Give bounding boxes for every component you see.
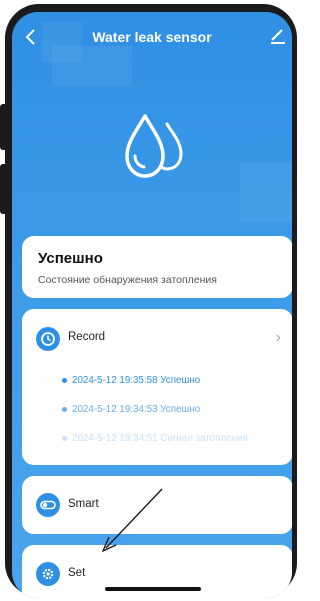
bullet-icon (62, 406, 67, 412)
record-card[interactable]: Record › 2024-5-12 19:35:58 Успешно 2024… (22, 309, 292, 465)
record-entry[interactable]: 2024-5-12 19:34:51 Сигнал затопления (62, 433, 248, 444)
record-entry-text: 2024-5-12 19:34:51 Сигнал затопления (72, 433, 248, 444)
app-screen: Water leak sensor Успешно Состояние обна… (12, 12, 292, 598)
chevron-right-icon[interactable]: › (276, 329, 281, 347)
bullet-icon (62, 377, 67, 383)
toggle-icon-svg (40, 500, 56, 510)
water-drops-icon (125, 114, 183, 178)
background-decoration (52, 46, 132, 86)
status-card: Успешно Состояние обнаружения затопления (22, 236, 292, 298)
clock-icon (36, 327, 60, 351)
gear-icon-svg (42, 568, 54, 580)
pencil-icon (271, 29, 285, 44)
record-entry-text: 2024-5-12 19:35:58 Успешно (72, 375, 201, 386)
header: Water leak sensor (12, 22, 292, 52)
page-title: Water leak sensor (92, 29, 212, 45)
home-indicator[interactable] (105, 587, 201, 591)
side-button-volume-up (0, 104, 6, 150)
side-button-volume-down (0, 164, 6, 214)
record-label: Record (68, 331, 106, 343)
smart-label: Smart (68, 498, 99, 510)
bullet-icon (62, 435, 67, 441)
smart-card[interactable]: Smart (22, 476, 292, 534)
background-decoration (240, 162, 292, 222)
record-entry[interactable]: 2024-5-12 19:35:58 Успешно (62, 375, 200, 386)
record-entry[interactable]: 2024-5-12 19:34:53 Успешно (62, 404, 200, 415)
toggle-icon (36, 493, 60, 517)
edit-button[interactable] (270, 28, 286, 44)
clock-icon-svg (41, 332, 55, 346)
status-title: Успешно (38, 250, 103, 267)
chevron-left-icon (25, 29, 35, 45)
settings-label: Set (68, 567, 86, 579)
back-button[interactable] (24, 26, 46, 48)
status-subtitle: Состояние обнаружения затопления (38, 274, 217, 286)
gear-icon (36, 562, 60, 586)
record-entry-text: 2024-5-12 19:34:53 Успешно (72, 404, 201, 415)
